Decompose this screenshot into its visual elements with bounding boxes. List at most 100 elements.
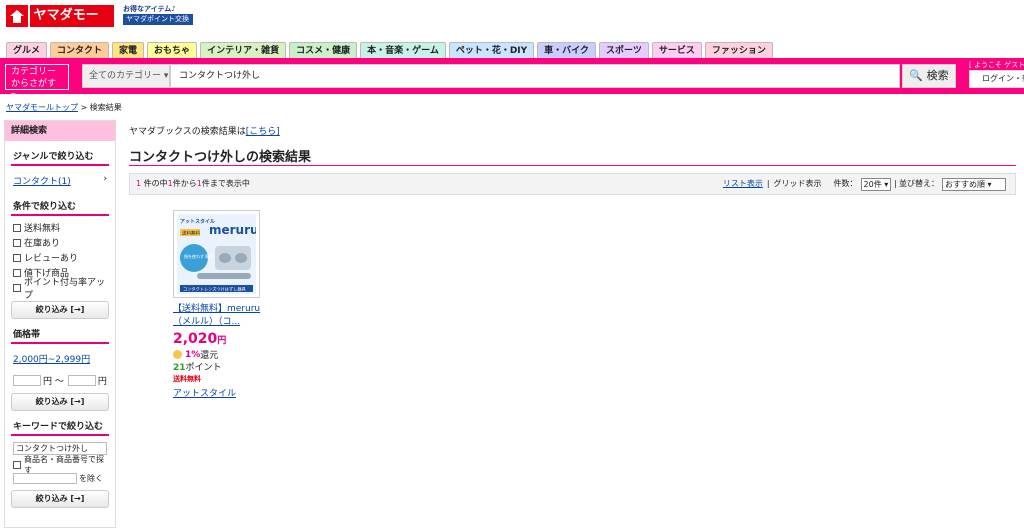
conditions-list: 送料無料 在庫あり レビューあり 値下げ商品 ポイント付与率アップ [5,220,115,301]
welcome-text: [ ようこそ ゲスト様 [969,61,1024,69]
genre-link-contact[interactable]: コンタクト(1) [13,174,71,187]
condition-checkbox[interactable] [13,253,21,262]
breadcrumb-current: 検索結果 [89,103,122,112]
price-filter-title: 価格帯 [11,319,109,344]
rebate-rate: 1% [185,349,201,360]
view-separator-2: | [894,179,897,188]
condition-option[interactable]: 送料無料 [11,220,109,235]
category-select[interactable]: 全てのカテゴリー ▾ [82,64,170,88]
image-badge-text: 送料無料 [182,230,200,237]
price-min-unit: 円 〜 [43,377,64,387]
price-min-input[interactable] [13,375,41,386]
category-tab[interactable]: コンタクト [50,42,110,58]
coin-icon [173,350,182,359]
category-tab[interactable]: 家電 [112,42,145,58]
condition-label: 在庫あり [24,239,61,249]
login-button[interactable]: ログイン・新 [969,70,1024,88]
search-button[interactable]: 🔍 検索 [902,64,956,88]
condition-option[interactable]: レビューあり [11,250,109,265]
condition-label: レビューあり [24,254,79,264]
category-tab[interactable]: 車・バイク [537,42,596,58]
search-input[interactable]: コンタクトつけ外し [170,64,900,88]
points-suffix: ポイント [185,363,222,373]
price-range-inputs: 円 〜 円 [13,374,107,387]
category-browse-button[interactable]: カテゴリー からさがす ▾ [5,64,69,101]
category-tab[interactable]: インテリア・雑貨 [200,42,287,58]
condition-checkbox[interactable] [13,268,21,277]
promo-top-text: お得なアイテム♪ [123,5,176,13]
price-unit: 円 [217,336,227,346]
count-label: 件数： [833,179,858,188]
to-suffix: 件まで表示中 [201,179,250,188]
category-tab[interactable]: コスメ・健康 [289,42,358,58]
promo-bottom-text: ヤマダポイント交換 [123,14,193,25]
price-range-item: 2,000円~2,999円 [11,344,109,369]
condition-label: ポイント付与率アップ [24,277,106,301]
price-max-input[interactable] [67,375,96,386]
product-name-line2: （メルル）（コ... [173,317,241,327]
search-in-name-option[interactable]: 商品名・商品番号で探す [11,455,109,475]
sidebar-header: 詳細検索 [5,121,115,141]
search-in-name-checkbox[interactable] [13,460,21,469]
chevron-right-icon: › [103,174,107,184]
condition-label: 送料無料 [24,224,61,234]
product-package-graphic: アットスタイル meruru 送料無料 指を使わず 簡単・清潔 コンタクトレンズ… [177,214,259,294]
result-count: 1 件の中1件から1件まで表示中 [136,174,250,194]
price-range-link[interactable]: 2,000円~2,999円 [13,352,90,365]
image-brand-text: meruru [209,223,256,237]
exclude-keyword-input[interactable] [13,473,77,484]
condition-option[interactable]: ポイント付与率アップ [11,278,109,301]
condition-option[interactable]: 在庫あり [11,235,109,250]
yamada-books-notice: ヤマダブックスの検索結果は[こちら] [129,124,280,137]
conditions-filter-button[interactable]: 絞り込み [→] [11,301,109,319]
condition-checkbox[interactable] [13,283,21,292]
product-image[interactable]: アットスタイル meruru 送料無料 指を使わず 簡単・清潔 コンタクトレンズ… [173,210,260,298]
category-button-line2: からさがす ▾ [11,79,57,101]
site-logo[interactable]: ヤマダモール [6,4,114,45]
count-select[interactable]: 20件 ▾ [860,177,892,191]
category-button-line1: カテゴリー [11,67,57,77]
list-view-link[interactable]: リスト表示 [723,174,763,194]
price-value: 2,020 [173,331,218,347]
keyword-filter-button[interactable]: 絞り込み [→] [11,490,109,508]
breadcrumb: ヤマダモールトップ > 検索結果 [6,102,122,113]
category-tab[interactable]: ペット・花・DIY [448,42,535,58]
free-shipping-badge: 送料無料 [173,375,201,383]
category-tabs: グルメ コンタクト 家電 おもちゃ インテリア・雑貨 コスメ・健康 本・音楽・ゲーム ペット・… [6,42,776,58]
view-separator: | [766,179,770,188]
price-max-unit: 円 [97,377,107,387]
keyword-filter-title: キーワードで絞り込む [11,411,109,436]
price-filter-button[interactable]: 絞り込み [→] [11,393,109,411]
conditions-filter-title: 条件で絞り込む [11,191,109,216]
category-tab[interactable]: サービス [651,42,702,58]
genre-filter-title: ジャンルで絞り込む [11,141,109,166]
image-caption-text: コンタクトレンズつけはずし器具 [183,286,247,293]
category-tab[interactable]: 本・音楽・ゲーム [360,42,446,58]
from-suffix: 件から [172,179,197,188]
view-controls: リスト表示 | グリッド表示 件数： 20件 ▾ | 並び替え： おすすめ順 ▾ [723,174,1009,194]
point-exchange-banner[interactable]: お得なアイテム♪ ヤマダポイント交換 [123,4,193,26]
site-header: ヤマダモール お得なアイテム♪ ヤマダポイント交換 [0,0,1024,45]
breadcrumb-home-link[interactable]: ヤマダモールトップ [6,103,78,112]
category-tab[interactable]: グルメ [6,42,48,58]
product-name-link[interactable]: 【送料無料】meruru （メルル）（コ... [173,303,260,329]
sort-select[interactable]: おすすめ順 ▾ [942,177,1006,191]
earned-points: 21ポイント [173,360,222,373]
genre-filter-item: コンタクト(1) › [11,166,109,191]
result-toolbar: 1 件の中1件から1件まで表示中 リスト表示 | グリッド表示 件数： 20件 … [129,173,1016,195]
filter-sidebar: 詳細検索 ジャンルで絞り込む コンタクト(1) › 条件で絞り込む 送料無料在庫… [4,120,116,528]
books-notice-text: ヤマダブックスの検索結果は [129,127,246,137]
total-suffix: 件の中 [141,179,168,188]
books-link[interactable]: [こちら] [246,127,280,137]
product-price: 2,020円 [173,331,226,347]
condition-checkbox[interactable] [13,238,21,247]
exclude-keyword-row: を除く [13,473,107,484]
grid-view-label: グリッド表示 [773,179,822,188]
product-name-line1: 【送料無料】meruru [173,304,261,314]
category-tab[interactable]: スポーツ [599,42,649,58]
product-image-content: アットスタイル meruru 送料無料 指を使わず 簡単・清潔 コンタクトレンズ… [177,214,259,294]
condition-checkbox[interactable] [13,223,21,232]
category-tab[interactable]: おもちゃ [147,42,198,58]
category-tab[interactable]: ファッション [704,42,773,58]
shop-link[interactable]: アットスタイル [173,386,236,399]
